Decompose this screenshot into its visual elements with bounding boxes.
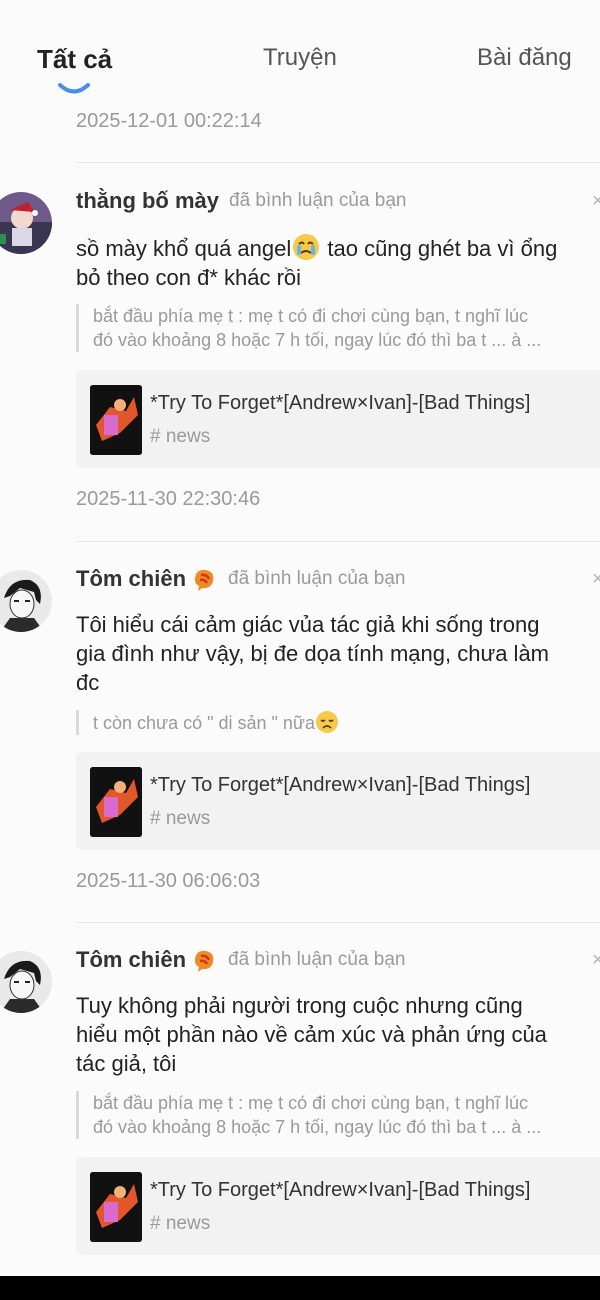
quote-line: đó vào khoảng 8 hoặc 7 h tối, ngay lúc đ…: [93, 330, 542, 350]
quoted-comment: bắt đầu phía mẹ t : mẹ t có đi chơi cùng…: [76, 304, 600, 352]
comment-line: gia đình như vậy, bị đe dọa tính mạng, c…: [76, 641, 549, 666]
notification-header: Tôm chiên đã bình luận của bạn: [76, 947, 406, 979]
username[interactable]: Tôm chiên: [76, 947, 186, 972]
comment-line: sồ mày khổ quá angel: [76, 236, 292, 261]
quoted-comment: t còn chưa có " di sản " nữa: [76, 710, 600, 735]
comment-line: Tôi hiểu cái cảm giác vủa tác giả khi số…: [76, 612, 540, 637]
story-thumbnail: [90, 767, 142, 837]
comment-text: sồ mày khổ quá angel tao cũng ghét ba vì…: [76, 232, 600, 292]
username[interactable]: thằng bố mày: [76, 188, 219, 213]
story-thumbnail: [90, 1172, 142, 1242]
quote-line: đó vào khoảng 8 hoặc 7 h tối, ngay lúc đ…: [93, 1117, 542, 1137]
close-icon[interactable]: ×: [592, 568, 600, 591]
username[interactable]: Tôm chiên: [76, 566, 186, 591]
shrimp-badge-icon: [195, 950, 214, 972]
comment-text: Tôi hiểu cái cảm giác vủa tác giả khi số…: [76, 610, 600, 697]
story-tag[interactable]: # news: [150, 1213, 210, 1235]
avatar[interactable]: [0, 192, 52, 254]
tab-active-indicator: [58, 83, 90, 94]
story-card[interactable]: *Try To Forget*[Andrew×Ivan]-[Bad Things…: [76, 370, 600, 468]
system-navigation-bar: [0, 1276, 600, 1300]
comment-text: Tuy không phải người trong cuộc nhưng cũ…: [76, 991, 600, 1078]
tab-bar: Tất cả Truyện Bài đăng: [0, 0, 600, 110]
quote-line: bắt đầu phía mẹ t : mẹ t có đi chơi cùng…: [93, 306, 529, 326]
comment-line: đc: [76, 670, 100, 695]
story-card[interactable]: *Try To Forget*[Andrew×Ivan]-[Bad Things…: [76, 752, 600, 850]
comment-line: tao cũng ghét ba vì ổng: [321, 236, 558, 261]
tab-all[interactable]: Tất cả: [37, 44, 112, 75]
close-icon[interactable]: ×: [592, 949, 600, 972]
crying-face-emoji: [293, 234, 320, 260]
notification-header: Tôm chiên đã bình luận của bạn: [76, 566, 406, 598]
quote-line: t còn chưa có " di sản " nữa: [93, 710, 600, 735]
divider: [76, 922, 600, 923]
comment-line: bỏ theo con đ* khác rồi: [76, 265, 302, 290]
story-thumbnail: [90, 385, 142, 455]
timestamp: 2025-11-30 22:30:46: [76, 488, 261, 510]
comment-line: tác giả, tôi: [76, 1051, 177, 1076]
close-icon[interactable]: ×: [592, 190, 600, 213]
action-text: đã bình luận của bạn: [228, 568, 406, 589]
avatar[interactable]: [0, 570, 52, 632]
story-card[interactable]: *Try To Forget*[Andrew×Ivan]-[Bad Things…: [76, 1157, 600, 1255]
story-tag[interactable]: # news: [150, 426, 210, 448]
shrimp-badge-icon: [195, 569, 214, 591]
comment-line: hiểu một phần nào về cảm xúc và phản ứng…: [76, 1022, 547, 1047]
notification-header: thằng bố mày đã bình luận của bạn: [76, 188, 407, 220]
action-text: đã bình luận của bạn: [228, 949, 406, 970]
quote-line: bắt đầu phía mẹ t : mẹ t có đi chơi cùng…: [93, 1093, 529, 1113]
timestamp: 2025-11-30 06:06:03: [76, 870, 261, 892]
quote-text: t còn chưa có " di sản " nữa: [93, 713, 315, 733]
divider: [76, 541, 600, 542]
story-title: *Try To Forget*[Andrew×Ivan]-[Bad Things…: [150, 1179, 531, 1201]
tab-posts[interactable]: Bài đăng: [477, 44, 572, 72]
timestamp: 2025-12-01 00:22:14: [76, 110, 262, 132]
disappointed-face-emoji: [316, 711, 338, 733]
tab-stories[interactable]: Truyện: [263, 44, 337, 72]
story-title: *Try To Forget*[Andrew×Ivan]-[Bad Things…: [150, 392, 531, 414]
story-title: *Try To Forget*[Andrew×Ivan]-[Bad Things…: [150, 774, 531, 796]
story-tag[interactable]: # news: [150, 808, 210, 830]
action-text: đã bình luận của bạn: [229, 190, 407, 211]
avatar[interactable]: [0, 951, 52, 1013]
comment-line: Tuy không phải người trong cuộc nhưng cũ…: [76, 993, 523, 1018]
divider: [76, 162, 600, 163]
quoted-comment: bắt đầu phía mẹ t : mẹ t có đi chơi cùng…: [76, 1091, 600, 1139]
